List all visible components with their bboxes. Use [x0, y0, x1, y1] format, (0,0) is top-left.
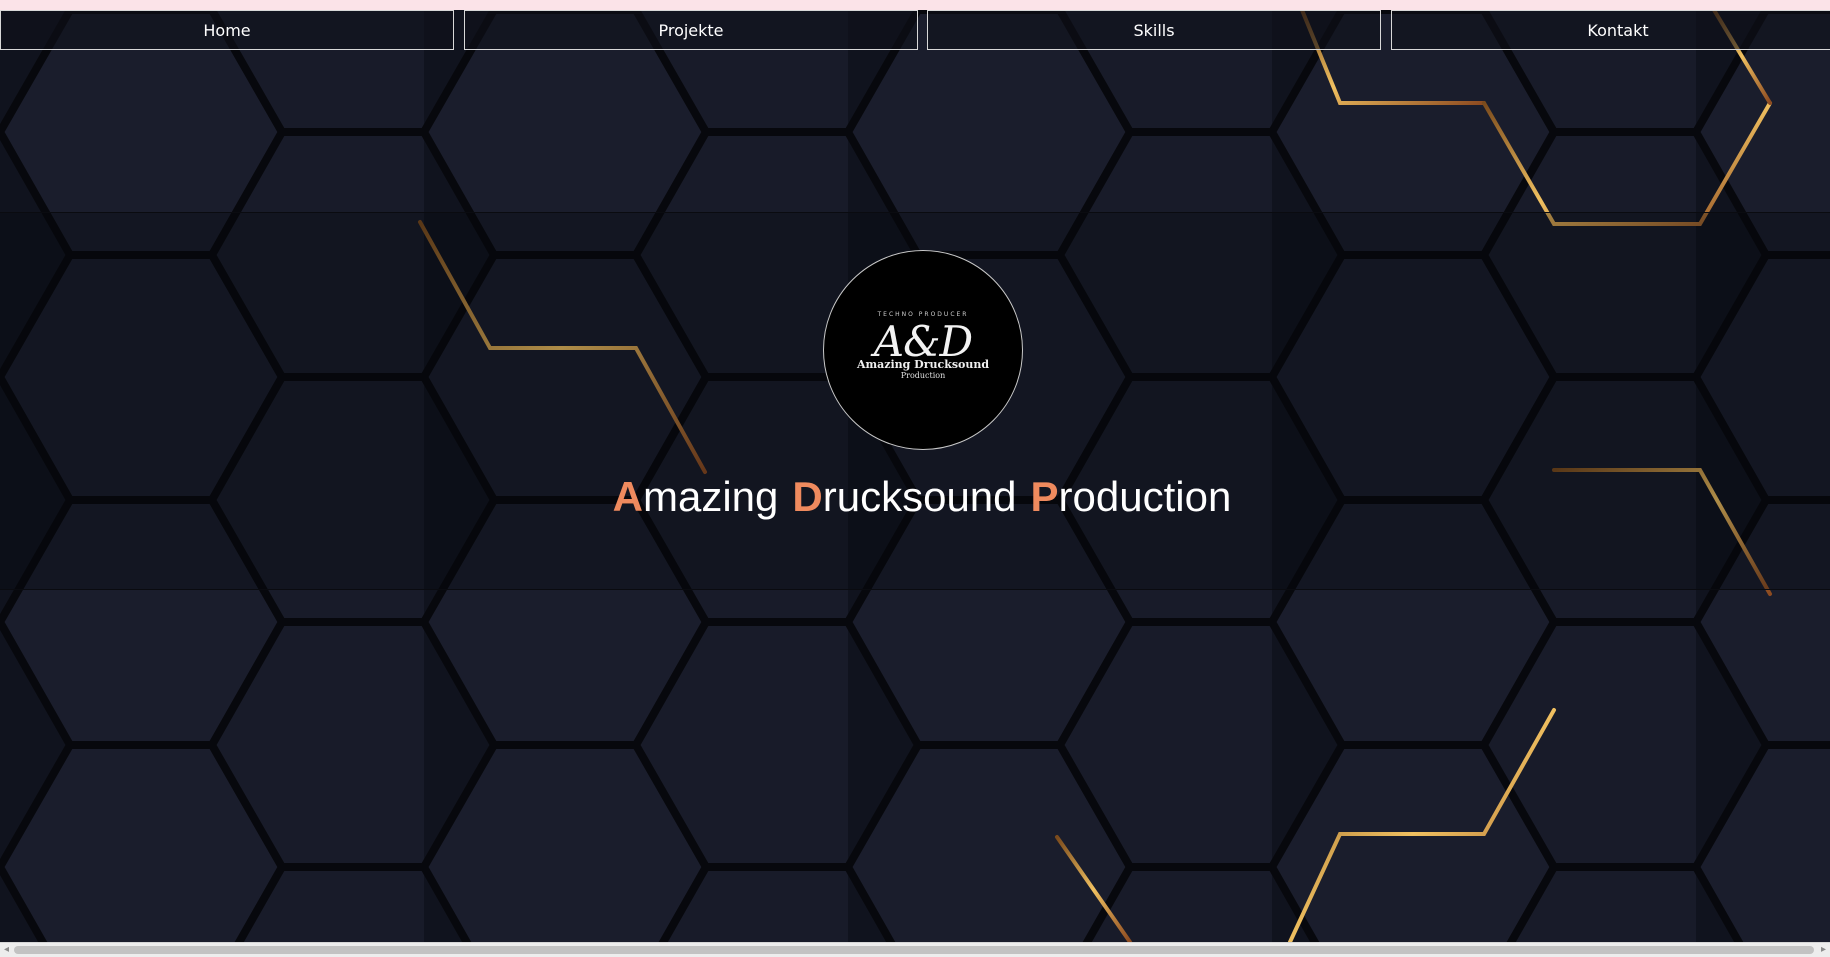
title-rest-drucksound: rucksound: [822, 473, 1017, 520]
main-nav: Home Projekte Skills Kontakt: [0, 10, 1830, 52]
logo-name: Amazing Drucksound: [856, 358, 990, 371]
horizontal-scrollbar[interactable]: ◂ ▸: [0, 942, 1830, 957]
scrollbar-thumb[interactable]: [14, 946, 1814, 954]
browser-top-strip: [0, 0, 1830, 10]
title-rest-production: roduction: [1058, 473, 1232, 520]
nav-home[interactable]: Home: [0, 10, 454, 50]
title-initial-a: A: [612, 473, 643, 520]
scroll-left-arrow-icon[interactable]: ◂: [4, 944, 9, 955]
hero-title: Amazing Drucksound Production: [0, 473, 1830, 521]
brand-logo: TECHNO PRODUCER A&D Amazing Drucksound P…: [823, 250, 1023, 450]
logo-subtitle: Production: [900, 371, 946, 380]
scroll-right-arrow-icon[interactable]: ▸: [1821, 944, 1826, 955]
nav-projekte[interactable]: Projekte: [464, 10, 918, 50]
title-initial-p: P: [1030, 473, 1059, 520]
nav-skills[interactable]: Skills: [927, 10, 1381, 50]
nav-kontakt[interactable]: Kontakt: [1391, 10, 1830, 50]
title-rest-amazing: mazing: [643, 473, 779, 520]
title-initial-d: D: [792, 473, 823, 520]
